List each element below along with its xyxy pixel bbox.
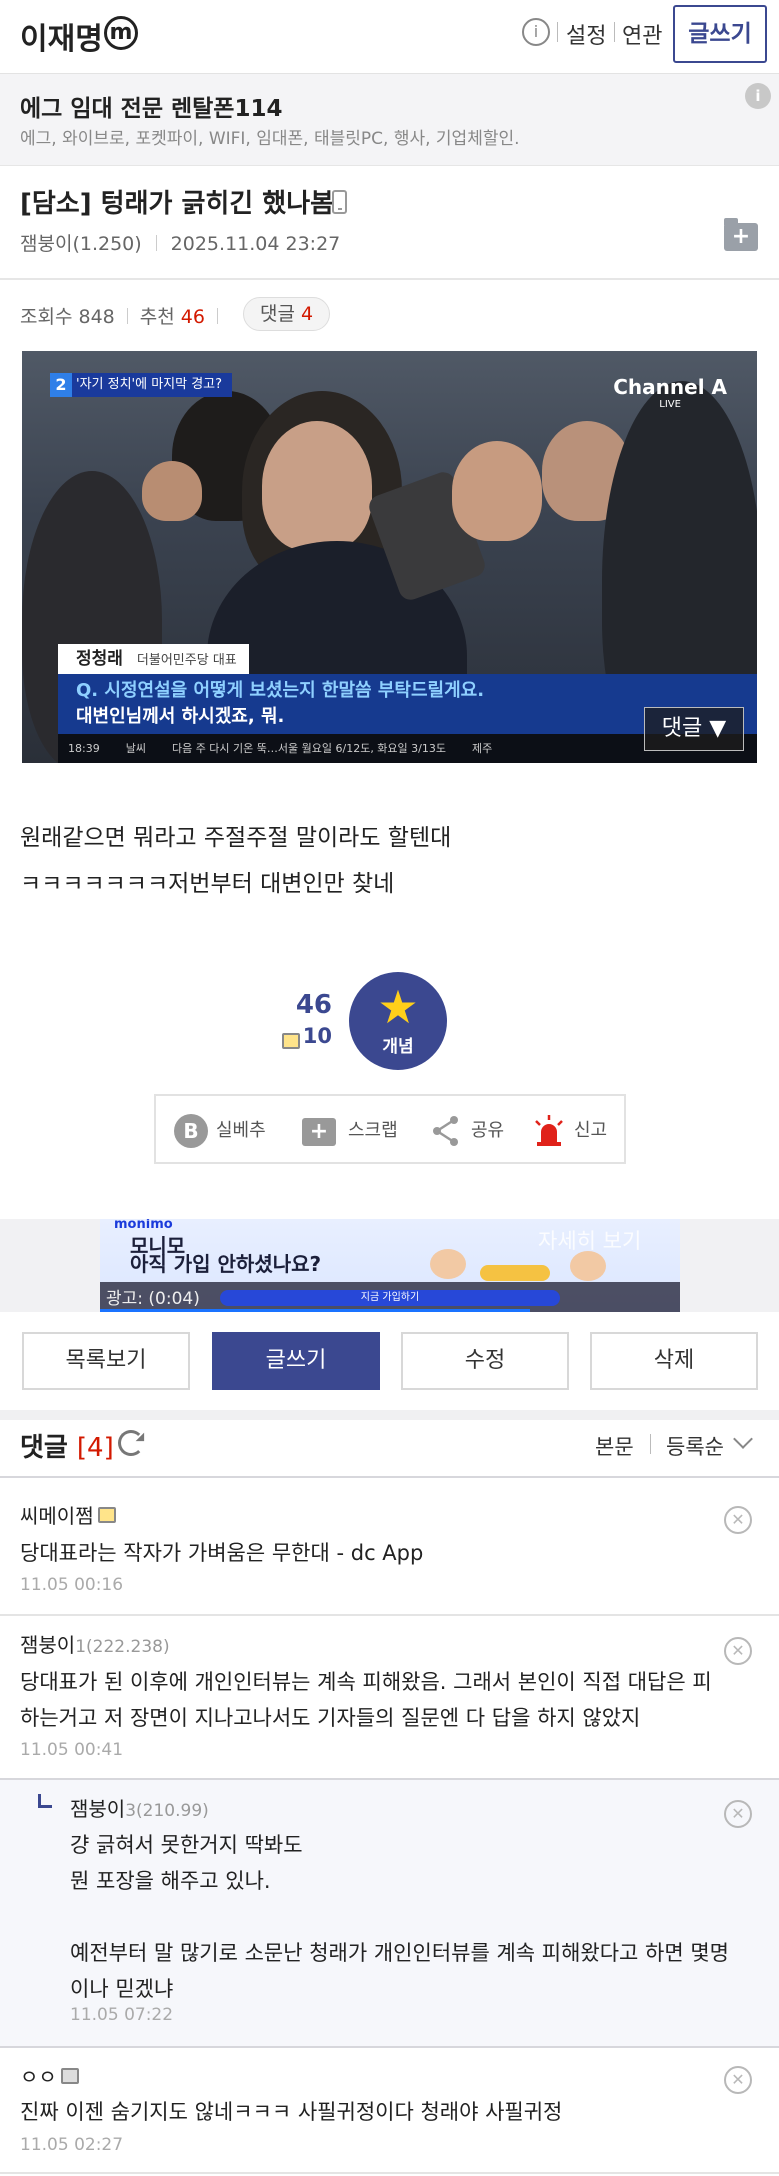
info-icon[interactable]: i	[522, 18, 550, 46]
divider	[0, 2046, 779, 2048]
comment-sort-select[interactable]: 등록순	[666, 1431, 724, 1461]
comment-text: 진짜 이젠 숨기지도 않네ㅋㅋㅋ 사필귀정이다 청래야 사필귀정	[20, 2100, 563, 2124]
share-icon	[433, 1116, 458, 1146]
delete-comment-icon[interactable]: ✕	[724, 1637, 752, 1665]
recommend-total: 46	[295, 990, 332, 1020]
comment-time: 11.05 07:22	[70, 2005, 174, 2025]
delete-comment-icon[interactable]: ✕	[724, 1800, 752, 1828]
header-divider	[614, 22, 615, 42]
comment-view-body[interactable]: 본문	[595, 1431, 634, 1461]
video-comment-button[interactable]: 댓글 ▼	[644, 707, 744, 751]
b-icon: B	[174, 1114, 208, 1148]
gallery-title[interactable]: 이재명	[20, 14, 103, 58]
silbe-button[interactable]: B 실베추	[174, 1114, 274, 1148]
ad-control-bar: 광고: (0:04) 지금 가입하기	[100, 1282, 680, 1312]
ad-progress-bar	[100, 1309, 530, 1312]
divider	[0, 1614, 779, 1616]
edit-button[interactable]: 수정	[401, 1332, 569, 1390]
video-frame: 2 '자기 정치'에 마지막 경고? Channel A LIVE 정청래 더불어민주…	[22, 351, 757, 763]
comment-author[interactable]: 잼붕이3(210.99)	[70, 1793, 209, 1822]
video-ad[interactable]: monimo 모니모 아직 가입 안하셨나요? 자세히 보기 광고: (0:04…	[0, 1219, 779, 1312]
reply-arrow-icon	[38, 1794, 52, 1808]
comment-author[interactable]: 씨메이쩜	[20, 1500, 116, 1529]
post-stats: 조회수 848 추천 46	[20, 302, 230, 329]
ad-cta-button[interactable]: 지금 가입하기	[220, 1290, 560, 1306]
text-ad-banner[interactable]: 에그 임대 전문 렌탈폰114 에그, 와이브로, 포켓파이, WIFI, 임대…	[0, 74, 779, 166]
ad-timer: 광고: (0:04)	[106, 1289, 200, 1309]
post-date: 2025.11.04 23:27	[170, 233, 341, 255]
embedded-video[interactable]: 2 '자기 정치'에 마지막 경고? Channel A LIVE 정청래 더불어민주…	[22, 351, 757, 763]
delete-comment-icon[interactable]: ✕	[724, 2066, 752, 2094]
related-link[interactable]: 연관	[622, 18, 662, 50]
post-meta: 잼붕이(1.250) 2025.11.04 23:27	[20, 229, 340, 256]
comments-title: 댓글 [4]	[20, 1433, 114, 1463]
refresh-icon[interactable]	[118, 1430, 144, 1456]
divider	[0, 1476, 779, 1478]
top-header: 이재명 m i 설정 연관 글쓰기	[0, 0, 779, 74]
divider	[0, 278, 779, 280]
ad-see-more[interactable]: 자세히 보기	[538, 1225, 641, 1255]
mobile-icon	[332, 190, 347, 214]
delete-button[interactable]: 삭제	[590, 1332, 758, 1390]
list-button[interactable]: 목록보기	[22, 1332, 190, 1390]
post-tools: B 실베추 + 스크랩 공유 신고	[154, 1094, 626, 1164]
comment-author[interactable]: 잼붕이1(222.238)	[20, 1629, 170, 1658]
minor-gallery-badge-icon: m	[104, 16, 138, 50]
body-line: 원래같으면 뭐라고 주절주절 말이라도 할텐대	[20, 825, 452, 851]
video-topic-tag: 2 '자기 정치'에 마지막 경고?	[50, 373, 233, 397]
comment-time: 11.05 00:16	[20, 1575, 124, 1595]
chevron-down-icon[interactable]	[733, 1429, 753, 1449]
settings-link[interactable]: 설정	[566, 18, 606, 50]
siren-icon	[535, 1115, 563, 1146]
gallog-icon	[60, 2068, 79, 2084]
write-post-button[interactable]: 글쓰기	[212, 1332, 380, 1390]
write-button[interactable]: 글쓰기	[673, 5, 767, 63]
comment-time: 11.05 02:27	[20, 2135, 124, 2155]
ad-headline: 모니모 아직 가입 안하셨나요?	[130, 1234, 322, 1276]
comment-text: 걍 긁혀서 못한거지 딱봐도 뭔 포장을 해주고 있나. 예전부터 말 많기로 …	[70, 1833, 729, 2001]
video-name-caption: 정청래 더불어민주당 대표	[58, 644, 249, 674]
recommend-label: 개념	[382, 1037, 414, 1057]
ad-info-icon[interactable]: i	[745, 83, 771, 109]
fixed-recommend-count: 10	[302, 1024, 332, 1048]
star-icon: ★	[377, 980, 419, 1034]
view-count: 848	[78, 306, 115, 328]
header-divider	[557, 22, 558, 42]
divider	[0, 2172, 779, 2174]
ad-description: 에그, 와이브로, 포켓파이, WIFI, 임대폰, 태블릿PC, 행사, 기업…	[20, 129, 520, 149]
delete-comment-icon[interactable]: ✕	[724, 1506, 752, 1534]
comment-text: 당대표라는 작자가 가벼움은 무한대 - dc App	[20, 1541, 424, 1565]
scrap-folder-icon: +	[302, 1118, 336, 1146]
recommend-button[interactable]: ★ 개념	[349, 972, 447, 1070]
post-title: [담소] 텅래가 긁히긴 했나봄	[20, 189, 335, 219]
ad-logo: monimo	[114, 1219, 173, 1232]
share-button[interactable]: 공유	[431, 1114, 511, 1148]
add-folder-icon[interactable]	[724, 218, 758, 251]
report-button[interactable]: 신고	[532, 1114, 612, 1148]
post-author[interactable]: 잼붕이(1.250)	[20, 233, 142, 255]
recommend-count: 46	[180, 306, 205, 328]
gallog-icon	[97, 1507, 116, 1523]
body-line: ㅋㅋㅋㅋㅋㅋㅋ저번부터 대변인만 찾네	[20, 871, 395, 897]
comment-author[interactable]: ㅇㅇ	[20, 2061, 79, 2090]
option-divider	[650, 1434, 651, 1454]
video-ad-frame[interactable]: monimo 모니모 아직 가입 안하셨나요? 자세히 보기 광고: (0:04…	[100, 1219, 680, 1312]
section-separator	[0, 1410, 779, 1420]
scrap-button[interactable]: + 스크랩	[302, 1114, 402, 1148]
post-body: 원래같으면 뭐라고 주절주절 말이라도 할텐대 ㅋㅋㅋㅋㅋㅋㅋ저번부터 대변인만…	[20, 815, 451, 907]
comment-count-pill[interactable]: 댓글 4	[243, 297, 331, 331]
ad-title[interactable]: 에그 임대 전문 렌탈폰114	[20, 89, 282, 123]
comment-time: 11.05 00:41	[20, 1740, 124, 1760]
channel-logo: Channel A LIVE	[613, 375, 727, 410]
comment-text: 당대표가 된 이후에 개인인터뷰는 계속 피해왔음. 그래서 본인이 직접 대답…	[20, 1670, 712, 1730]
